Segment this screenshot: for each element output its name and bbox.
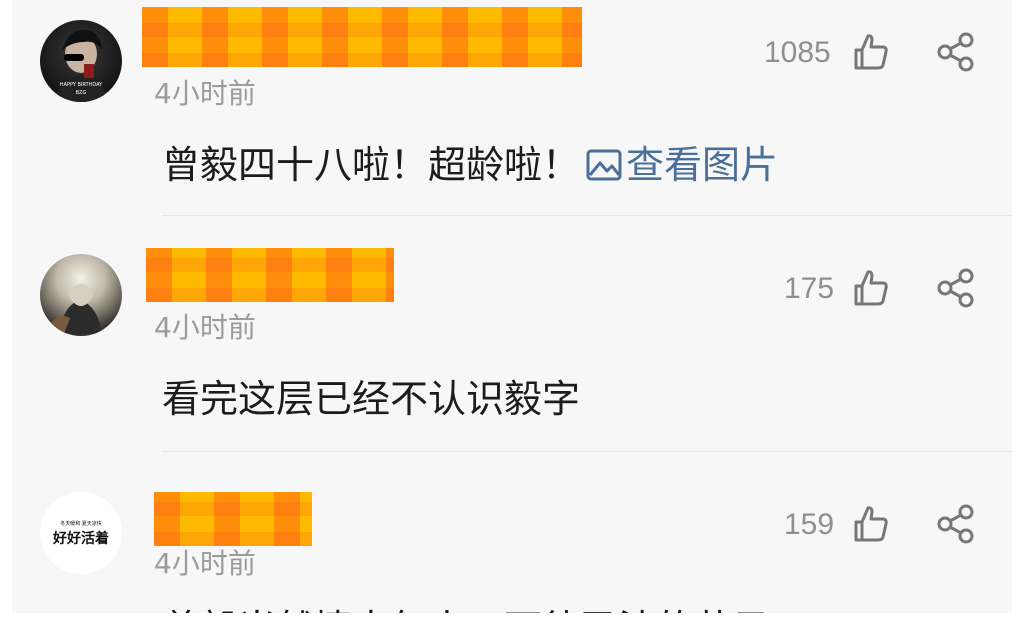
avatar[interactable]: HAPPY BIRTHDAY BZG [40, 20, 122, 102]
thumbs-up-icon[interactable] [850, 32, 890, 72]
like-count: 1085 [764, 36, 831, 69]
comment-item: HAPPY BIRTHDAY BZG 4小时前 1085 曾毅四十八啦！超龄啦！… [12, 0, 1012, 216]
comment-text: 曾毅当然情中年人一可待已法的芳子 [162, 598, 770, 613]
like-count: 175 [784, 272, 835, 305]
thumbs-up-icon[interactable] [850, 504, 890, 544]
view-image-label: 查看图片 [626, 143, 779, 187]
username-redacted[interactable] [146, 248, 394, 302]
avatar[interactable] [40, 254, 122, 336]
comment-feed: HAPPY BIRTHDAY BZG 4小时前 1085 曾毅四十八啦！超龄啦！… [12, 0, 1012, 613]
comment-body: 曾毅四十八啦！超龄啦！ [162, 143, 581, 187]
share-icon[interactable] [936, 504, 976, 544]
comment-time: 4小时前 [154, 311, 256, 344]
comment-time: 4小时前 [154, 547, 256, 580]
avatar-image [50, 284, 102, 334]
comment-text: 曾毅四十八啦！超龄啦！ 查看图片 [162, 134, 778, 189]
view-image-link[interactable]: 查看图片 [580, 143, 778, 187]
comment-text: 看完这层已经不认识毅字 [162, 377, 581, 421]
avatar[interactable]: 冬天暖和 夏天凉快 好好活着 [40, 492, 122, 574]
avatar-small-text: 冬天暖和 夏天凉快 [60, 521, 102, 527]
thumbs-up-icon[interactable] [850, 268, 890, 308]
avatar-caption: HAPPY BIRTHDAY [59, 82, 103, 88]
image-icon [586, 149, 622, 181]
comment-item: 4小时前 175 看完这层已经不认识毅字 [12, 216, 1012, 452]
username-redacted[interactable] [154, 492, 312, 546]
avatar-text: 好好活着 [53, 531, 109, 547]
share-icon[interactable] [936, 32, 976, 72]
avatar-caption-sub: BZG [75, 90, 87, 96]
like-count: 159 [784, 508, 835, 541]
username-redacted[interactable] [142, 7, 582, 67]
share-icon[interactable] [936, 268, 976, 308]
comment-time: 4小时前 [154, 77, 256, 110]
comment-item: 冬天暖和 夏天凉快 好好活着 4小时前 159 曾毅当然情中年人一可待已法的芳子 [12, 452, 1012, 613]
